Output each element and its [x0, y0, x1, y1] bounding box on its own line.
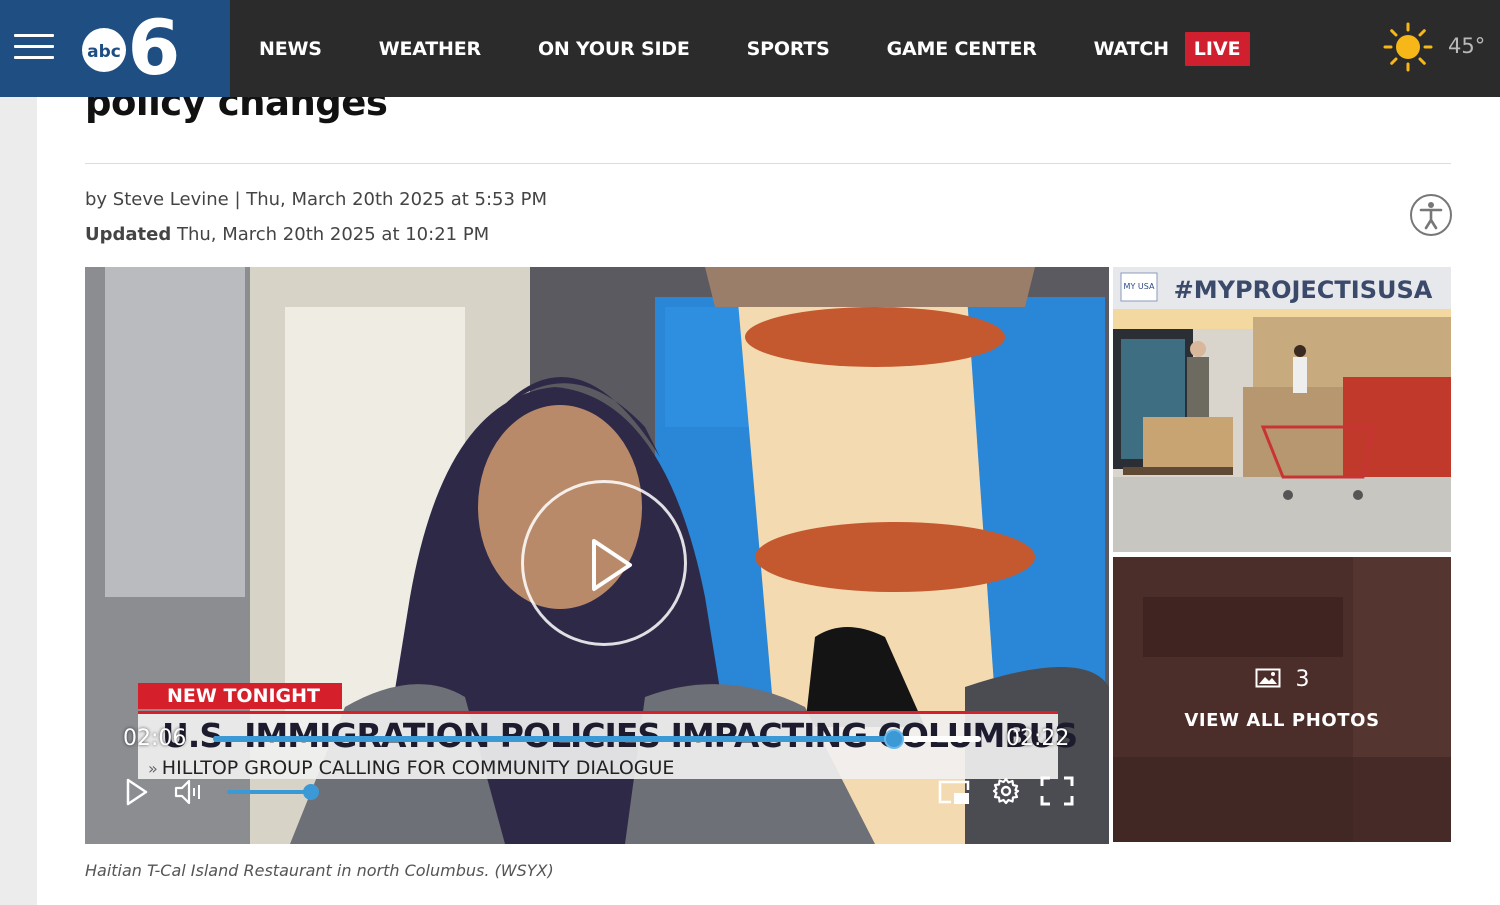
total-time: 02:22 [1006, 726, 1070, 751]
view-all-photos-tile[interactable]: 3 VIEW ALL PHOTOS [1113, 557, 1451, 842]
gallery-thumbnail[interactable]: MY USA #MYPROJECTISUSA [1113, 267, 1451, 552]
progress-fill [213, 736, 895, 742]
nav-item-weather[interactable]: WEATHER [379, 38, 481, 60]
hamburger-menu-icon[interactable] [14, 34, 54, 60]
lower-third-tag: NEW TONIGHT [138, 683, 342, 709]
updated-label: Updated [85, 224, 172, 245]
current-time: 02:06 [123, 726, 187, 751]
lower-third-banner: U.S. IMMIGRATION POLICIES IMPACTING COLU… [138, 711, 1078, 779]
article-byline: by Steve Levine | Thu, March 20th 2025 a… [85, 189, 548, 210]
volume-icon[interactable] [173, 778, 205, 806]
logo-abc-text: abc [87, 42, 121, 62]
fullscreen-icon[interactable] [1040, 776, 1074, 806]
photo-count-value: 3 [1295, 667, 1310, 692]
article-updated: Updated Thu, March 20th 2025 at 10:21 PM [85, 224, 489, 245]
volume-slider[interactable] [227, 784, 319, 800]
nav-item-news[interactable]: NEWS [259, 38, 322, 60]
play-icon[interactable] [125, 778, 149, 806]
abc6-logo[interactable]: abc 6 [80, 3, 184, 92]
nav-item-game-center[interactable]: GAME CENTER [887, 38, 1037, 60]
progress-bar[interactable] [213, 729, 981, 749]
top-navigation-bar: abc 6 NEWS WEATHER ON YOUR SIDE SPORTS G… [0, 0, 1500, 97]
logo-number-text: 6 [128, 8, 181, 86]
big-play-button[interactable] [521, 480, 687, 646]
weather-widget[interactable]: 45° [1370, 0, 1500, 97]
media-caption: Haitian T-Cal Island Restaurant in north… [85, 861, 554, 880]
temperature-text: 45° [1448, 34, 1486, 58]
accessibility-icon[interactable] [1410, 194, 1452, 236]
nav-item-on-your-side[interactable]: ON YOUR SIDE [538, 38, 690, 60]
settings-gear-icon[interactable] [991, 776, 1021, 806]
view-all-photos-label: VIEW ALL PHOTOS [1184, 710, 1380, 731]
nav-item-watch[interactable]: WATCH [1094, 38, 1169, 60]
thumbnail-logo-text: MY USA [1124, 282, 1155, 291]
volume-handle[interactable] [302, 784, 319, 800]
nav-item-sports[interactable]: SPORTS [747, 38, 830, 60]
sun-icon [1383, 22, 1433, 72]
brand-area: abc 6 [0, 0, 230, 97]
updated-value: Thu, March 20th 2025 at 10:21 PM [171, 224, 490, 245]
video-player[interactable]: NEW TONIGHT U.S. IMMIGRATION POLICIES IM… [85, 267, 1109, 844]
image-icon [1255, 667, 1296, 692]
picture-in-picture-icon[interactable] [937, 778, 971, 806]
divider [85, 163, 1451, 164]
lower-third-sub-text: HILLTOP GROUP CALLING FOR COMMUNITY DIAL… [161, 757, 675, 779]
live-badge[interactable]: LIVE [1184, 31, 1250, 66]
lower-third-subheadline: » HILLTOP GROUP CALLING FOR COMMUNITY DIA… [148, 757, 674, 779]
article-content: policy changes by Steve Levine | Thu, Ma… [37, 81, 1500, 905]
main-nav: NEWS WEATHER ON YOUR SIDE SPORTS GAME CE… [259, 0, 1250, 97]
thumbnail-banner-text: #MYPROJECTISUSA [1174, 276, 1433, 304]
chevron-double-icon: » [148, 759, 158, 778]
photo-count: 3 [1113, 667, 1451, 692]
